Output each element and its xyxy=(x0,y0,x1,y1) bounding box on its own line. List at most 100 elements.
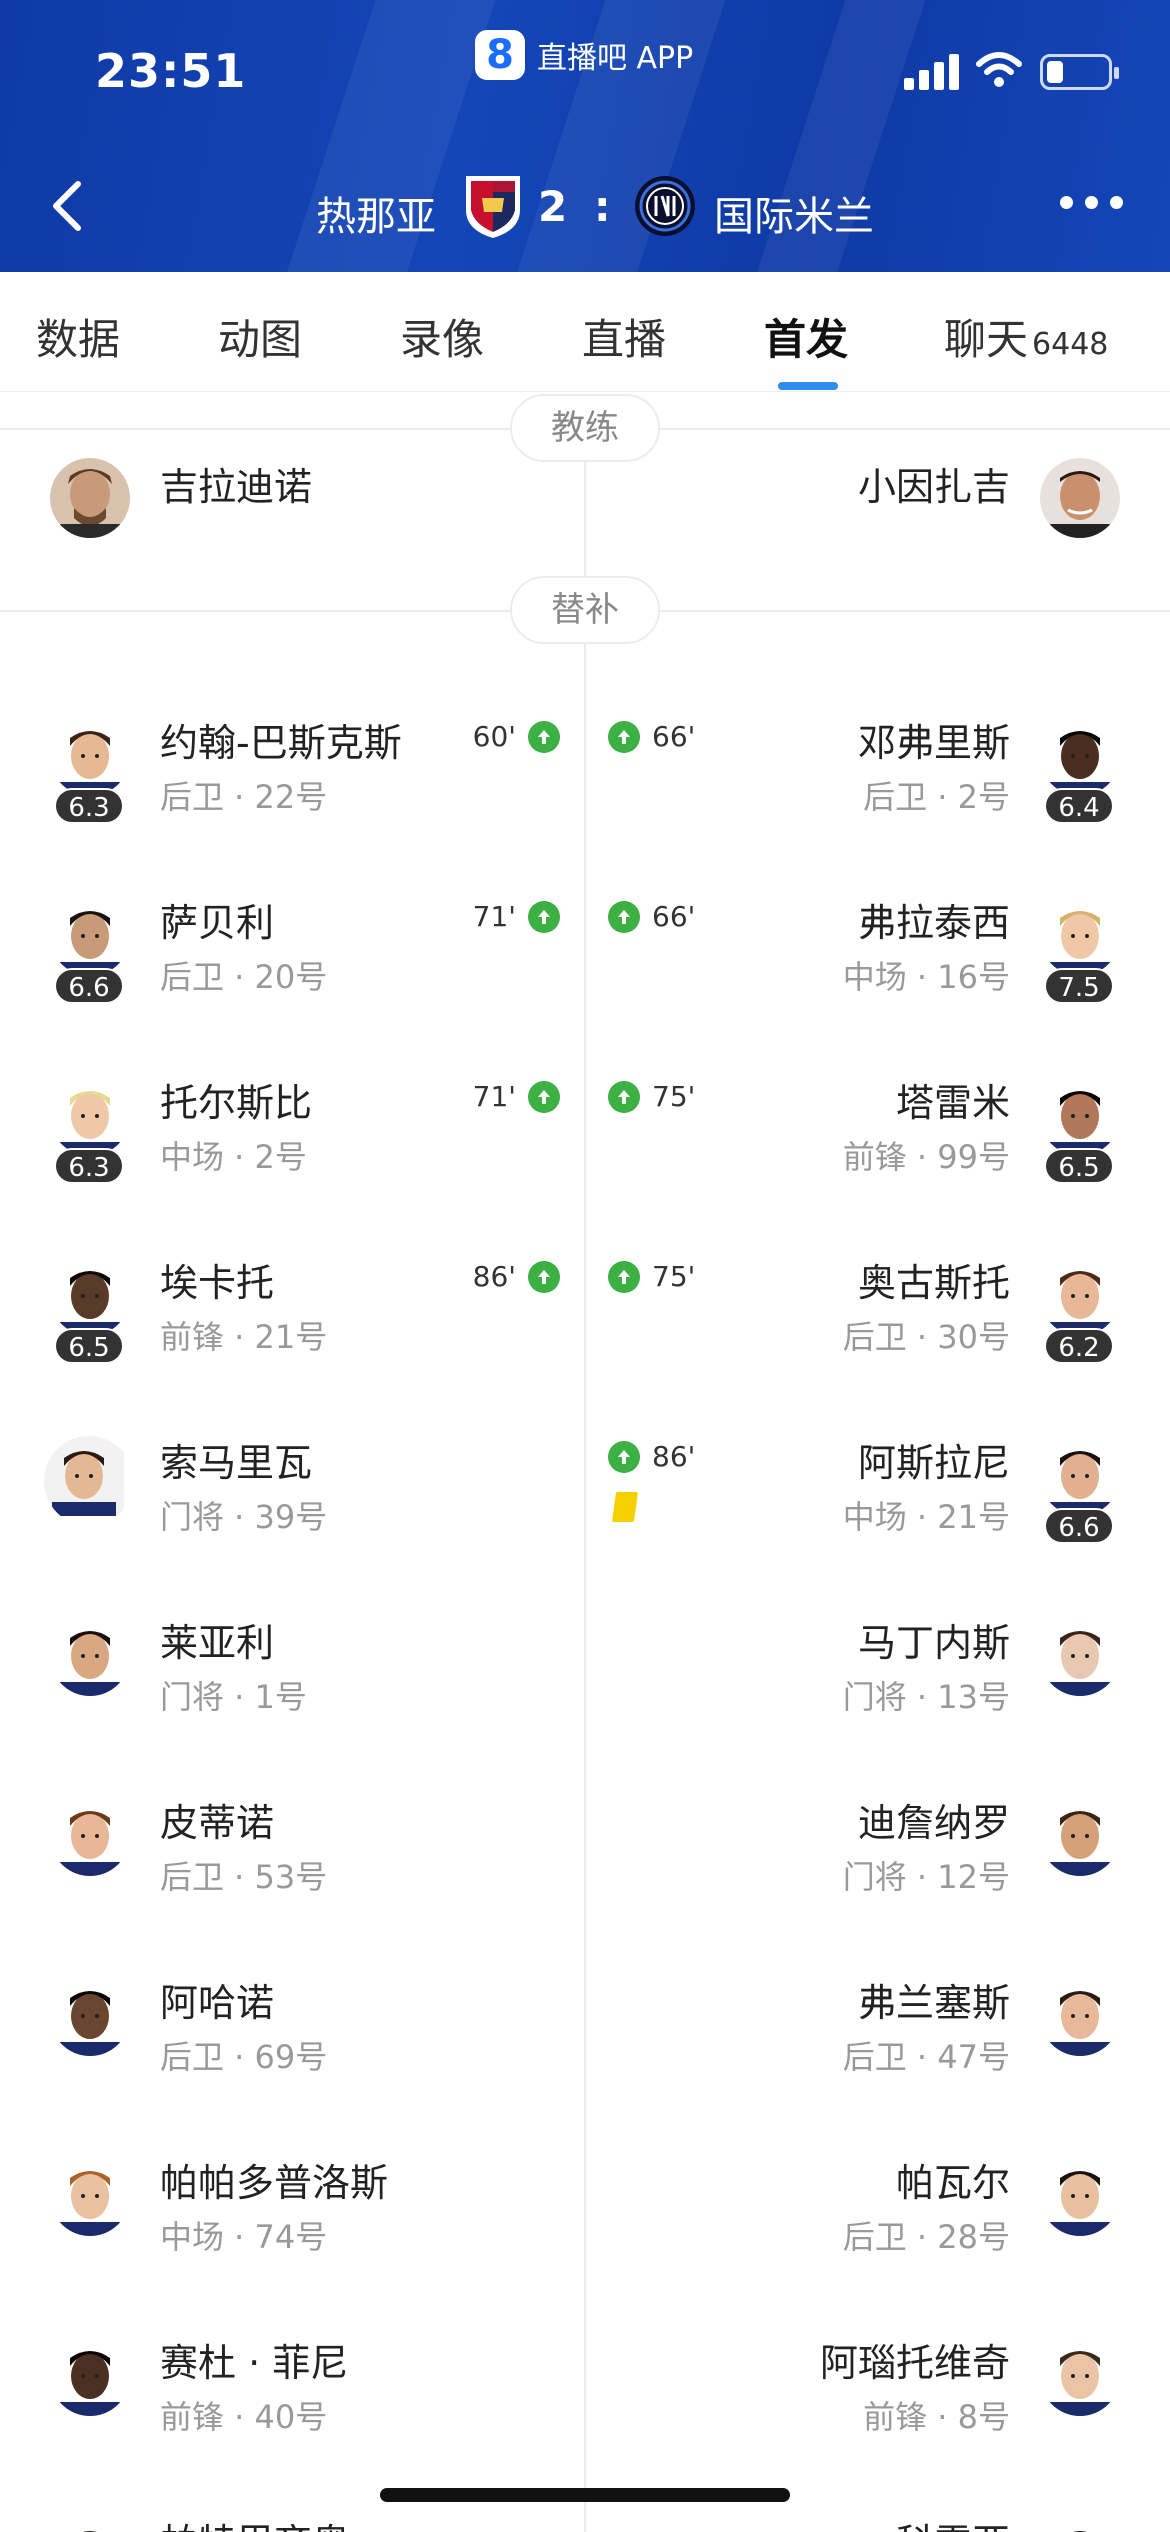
rating-badge: 6.3 xyxy=(54,788,124,824)
avatar[interactable] xyxy=(1040,1256,1120,1336)
away-coach-name[interactable]: 小因扎吉 xyxy=(858,456,1010,511)
away-player-info: 后卫 · 2号 xyxy=(863,778,1010,816)
battery-icon xyxy=(1040,54,1119,90)
home-player-name[interactable]: 皮蒂诺 xyxy=(160,1792,274,1847)
home-indicator[interactable] xyxy=(380,2488,790,2502)
home-player-info: 后卫 · 69号 xyxy=(160,2038,328,2076)
away-sub-time: 66' xyxy=(608,900,695,933)
home-player-info: 前锋 · 40号 xyxy=(160,2398,328,2436)
avatar[interactable] xyxy=(1040,1076,1120,1156)
away-player-info: 门将 · 13号 xyxy=(842,1678,1010,1716)
home-sub-time: 60' xyxy=(473,720,560,753)
rating-badge: 6.6 xyxy=(54,968,124,1004)
avatar[interactable] xyxy=(1040,1436,1120,1516)
rating-badge: 6.6 xyxy=(1044,1508,1114,1544)
app-name: 直播吧 APP xyxy=(537,41,694,76)
away-sub-time: 75' xyxy=(608,1260,695,1293)
home-player-info: 后卫 · 53号 xyxy=(160,1858,328,1896)
avatar[interactable] xyxy=(50,1616,130,1696)
avatar[interactable] xyxy=(50,2336,130,2416)
away-team-name[interactable]: 国际米兰 xyxy=(714,184,874,242)
avatar[interactable] xyxy=(1040,716,1120,796)
away-player-name[interactable]: 邓弗里斯 xyxy=(858,712,1010,767)
avatar[interactable] xyxy=(1040,458,1120,538)
home-player-name[interactable]: 帕特里齐奥 xyxy=(160,2512,350,2532)
arrow-up-icon xyxy=(608,720,640,753)
away-player-name[interactable]: 阿瑙托维奇 xyxy=(820,2332,1010,2387)
away-player-name[interactable]: 阿斯拉尼 xyxy=(858,1432,1010,1487)
avatar[interactable] xyxy=(50,2156,130,2236)
avatar[interactable] xyxy=(50,1976,130,2056)
avatar[interactable] xyxy=(1040,2156,1120,2236)
avatar[interactable] xyxy=(50,1256,130,1336)
wifi-icon xyxy=(976,50,1022,90)
home-player-name[interactable]: 索马里瓦 xyxy=(160,1432,312,1487)
arrow-up-icon xyxy=(528,720,560,753)
arrow-up-icon xyxy=(608,1080,640,1113)
home-player-name[interactable]: 萨贝利 xyxy=(160,892,274,947)
away-player-info: 前锋 · 8号 xyxy=(863,2398,1010,2436)
avatar[interactable] xyxy=(1040,896,1120,976)
avatar[interactable] xyxy=(50,2516,130,2532)
tab-gifs[interactable]: 动图 xyxy=(218,306,302,367)
avatar[interactable] xyxy=(1040,2336,1120,2416)
avatar[interactable] xyxy=(1040,1796,1120,1876)
away-player-name[interactable]: 科雷亚 xyxy=(896,2512,1010,2532)
arrow-up-icon xyxy=(608,1260,640,1293)
avatar[interactable] xyxy=(50,716,130,796)
away-team-crest-icon[interactable] xyxy=(634,172,696,240)
away-sub-time: 66' xyxy=(608,720,695,753)
home-sub-time: 71' xyxy=(473,900,560,933)
home-team-name[interactable]: 热那亚 xyxy=(316,184,436,242)
home-team-crest-icon[interactable] xyxy=(462,172,524,240)
away-player-info: 前锋 · 99号 xyxy=(842,1138,1010,1176)
chat-count: 6448 xyxy=(1032,327,1109,362)
home-sub-time: 71' xyxy=(473,1080,560,1113)
avatar[interactable] xyxy=(1040,1616,1120,1696)
home-player-name[interactable]: 托尔斯比 xyxy=(160,1072,312,1127)
away-player-name[interactable]: 弗拉泰西 xyxy=(858,892,1010,947)
more-dots-icon[interactable] xyxy=(1060,196,1124,212)
avatar[interactable] xyxy=(44,1436,134,1526)
avatar[interactable] xyxy=(50,1796,130,1876)
home-player-name[interactable]: 赛杜 · 菲尼 xyxy=(160,2332,348,2387)
away-sub-time: 86' xyxy=(608,1440,695,1473)
app-logo-icon: 8 xyxy=(475,30,525,80)
away-sub-time: 75' xyxy=(608,1080,695,1113)
tab-live[interactable]: 直播 xyxy=(582,306,666,367)
home-player-name[interactable]: 埃卡托 xyxy=(160,1252,274,1307)
home-player-name[interactable]: 帕帕多普洛斯 xyxy=(160,2152,388,2207)
home-player-info: 中场 · 2号 xyxy=(160,1138,307,1176)
arrow-up-icon xyxy=(528,900,560,933)
avatar[interactable] xyxy=(50,458,130,538)
avatar[interactable] xyxy=(1040,2516,1120,2532)
avatar[interactable] xyxy=(50,896,130,976)
tab-lineup[interactable]: 首发 xyxy=(764,306,848,367)
rating-badge: 6.5 xyxy=(1044,1148,1114,1184)
status-bar: 23:51 8 直播吧 APP xyxy=(0,0,1170,150)
rating-badge: 6.2 xyxy=(1044,1328,1114,1364)
away-player-name[interactable]: 帕瓦尔 xyxy=(896,2152,1010,2207)
away-player-name[interactable]: 奥古斯托 xyxy=(858,1252,1010,1307)
app-badge: 8 直播吧 APP xyxy=(475,30,693,80)
home-player-name[interactable]: 莱亚利 xyxy=(160,1612,274,1667)
tab-chat[interactable]: 聊天 6448 xyxy=(944,306,1108,367)
avatar[interactable] xyxy=(1040,1976,1120,2056)
back-arrow-icon[interactable] xyxy=(44,178,94,234)
away-player-name[interactable]: 弗兰塞斯 xyxy=(858,1972,1010,2027)
home-player-info: 前锋 · 21号 xyxy=(160,1318,328,1356)
away-player-name[interactable]: 迪詹纳罗 xyxy=(858,1792,1010,1847)
home-player-name[interactable]: 阿哈诺 xyxy=(160,1972,274,2027)
tab-data[interactable]: 数据 xyxy=(36,306,120,367)
home-player-name[interactable]: 约翰-巴斯克斯 xyxy=(160,712,402,767)
section-label-coach: 教练 xyxy=(510,394,660,462)
avatar[interactable] xyxy=(50,1076,130,1156)
home-coach-name[interactable]: 吉拉迪诺 xyxy=(160,456,312,511)
home-player-info: 中场 · 74号 xyxy=(160,2218,328,2256)
arrow-up-icon xyxy=(528,1080,560,1113)
home-player-info: 门将 · 1号 xyxy=(160,1678,307,1716)
away-player-name[interactable]: 塔雷米 xyxy=(896,1072,1010,1127)
tab-replay[interactable]: 录像 xyxy=(400,306,484,367)
rating-badge: 6.3 xyxy=(54,1148,124,1184)
away-player-name[interactable]: 马丁内斯 xyxy=(858,1612,1010,1667)
